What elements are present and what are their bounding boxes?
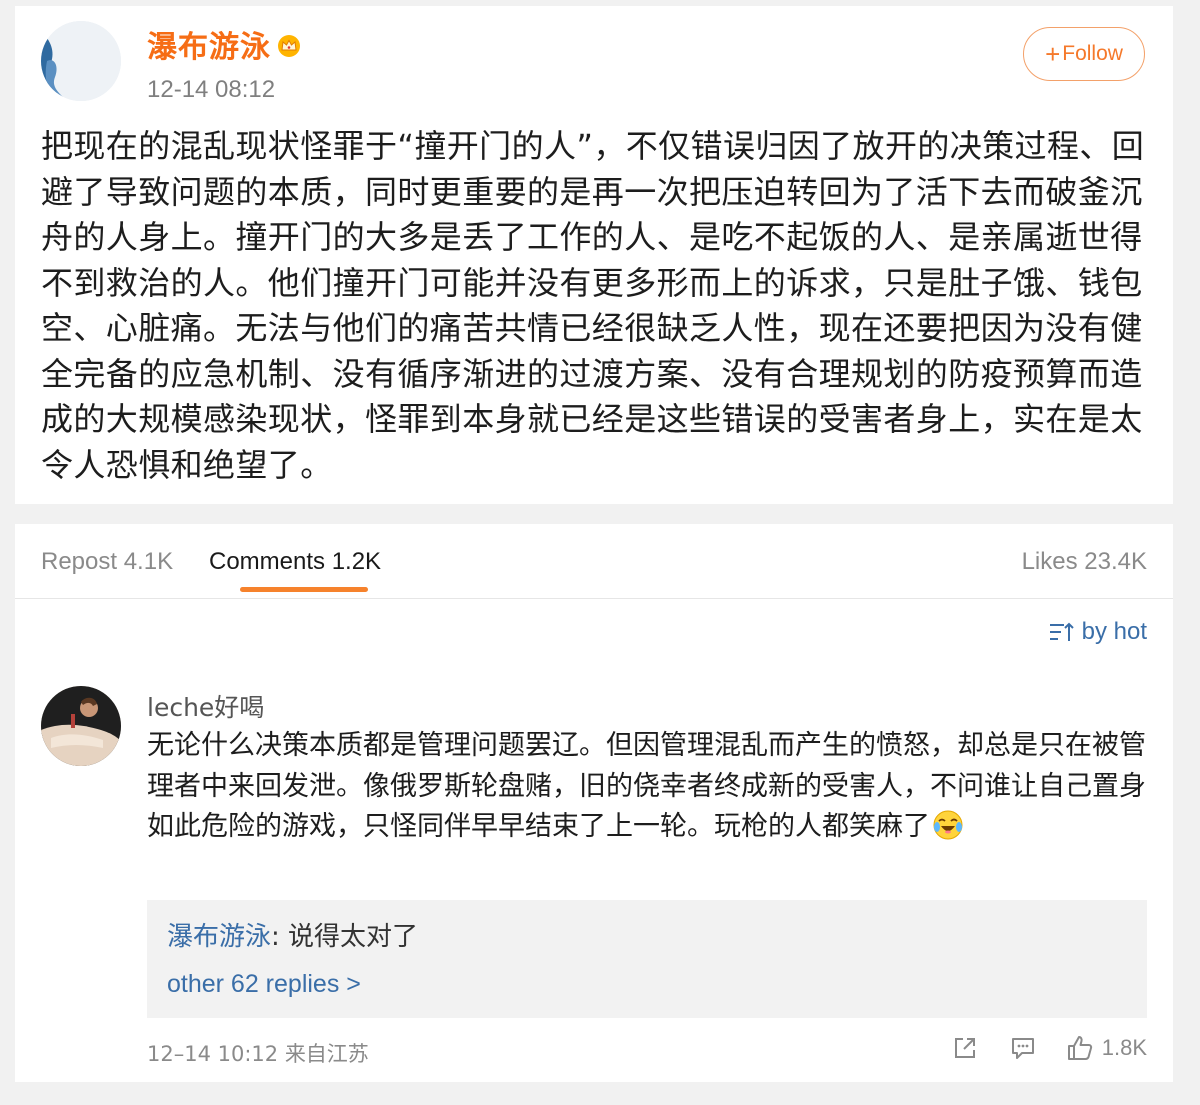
post-avatar[interactable] [41, 21, 121, 101]
post-username[interactable]: 瀑布游泳 [147, 22, 301, 66]
like-count: 1.8K [1101, 1035, 1147, 1060]
comment-avatar[interactable] [41, 686, 121, 766]
reply-separator: : [271, 922, 289, 952]
comment-body-text: 无论什么决策本质都是管理问题罢辽。但因管理混乱而产生的愤怒，却总是只在被管理者中… [147, 730, 1146, 842]
comment-icon[interactable] [1010, 1035, 1036, 1061]
sort-icon [1049, 622, 1074, 641]
comment-username[interactable]: leche好喝 [147, 688, 264, 724]
post-body: 把现在的混乱现状怪罪于“撞开门的人”，不仅错误归因了放开的决策过程、回避了导致问… [41, 127, 1145, 484]
reply-preview: 瀑布游泳: 说得太对了 [167, 916, 418, 953]
reply-preview-box[interactable]: 瀑布游泳: 说得太对了 other 62 replies > [147, 900, 1147, 1018]
tab-comments[interactable]: Comments 1.2K [209, 548, 381, 576]
tab-repost[interactable]: Repost 4.1K [41, 548, 173, 576]
post-username-text[interactable]: 瀑布游泳 [147, 22, 271, 66]
crown-icon [277, 32, 301, 57]
plus-icon: + [1045, 38, 1061, 69]
more-replies-link[interactable]: other 62 replies > [167, 970, 361, 999]
interaction-tabs: Repost 4.1K Comments 1.2K Likes 23.4K [15, 524, 1173, 599]
follow-button[interactable]: + Follow [1023, 27, 1145, 81]
reply-username[interactable]: 瀑布游泳 [167, 922, 271, 952]
comment-body: 无论什么决策本质都是管理问题罢辽。但因管理混乱而产生的愤怒，却总是只在被管理者中… [147, 726, 1147, 848]
thumbs-up-icon [1067, 1036, 1092, 1060]
sort-label: by hot [1081, 618, 1147, 645]
follow-label: Follow [1062, 42, 1123, 65]
sort-by-hot-button[interactable]: by hot [1048, 618, 1147, 646]
active-tab-indicator [240, 587, 368, 592]
reply-text: 说得太对了 [288, 922, 419, 952]
post-card: 瀑布游泳 12-14 08:12 + Follow 把现在的混乱现状怪罪于“撞开… [15, 6, 1173, 504]
laughing-crying-emoji [932, 809, 964, 841]
share-icon[interactable] [952, 1035, 978, 1061]
comment-meta: 12–14 10:12 来自江苏 [147, 1042, 369, 1066]
tab-likes[interactable]: Likes 23.4K [1022, 548, 1147, 576]
like-button[interactable]: 1.8K [1066, 1034, 1147, 1062]
comment-actions: 1.8K [952, 1034, 1147, 1062]
post-timestamp: 12-14 08:12 [147, 76, 276, 103]
comments-card: Repost 4.1K Comments 1.2K Likes 23.4K by… [15, 524, 1173, 1082]
